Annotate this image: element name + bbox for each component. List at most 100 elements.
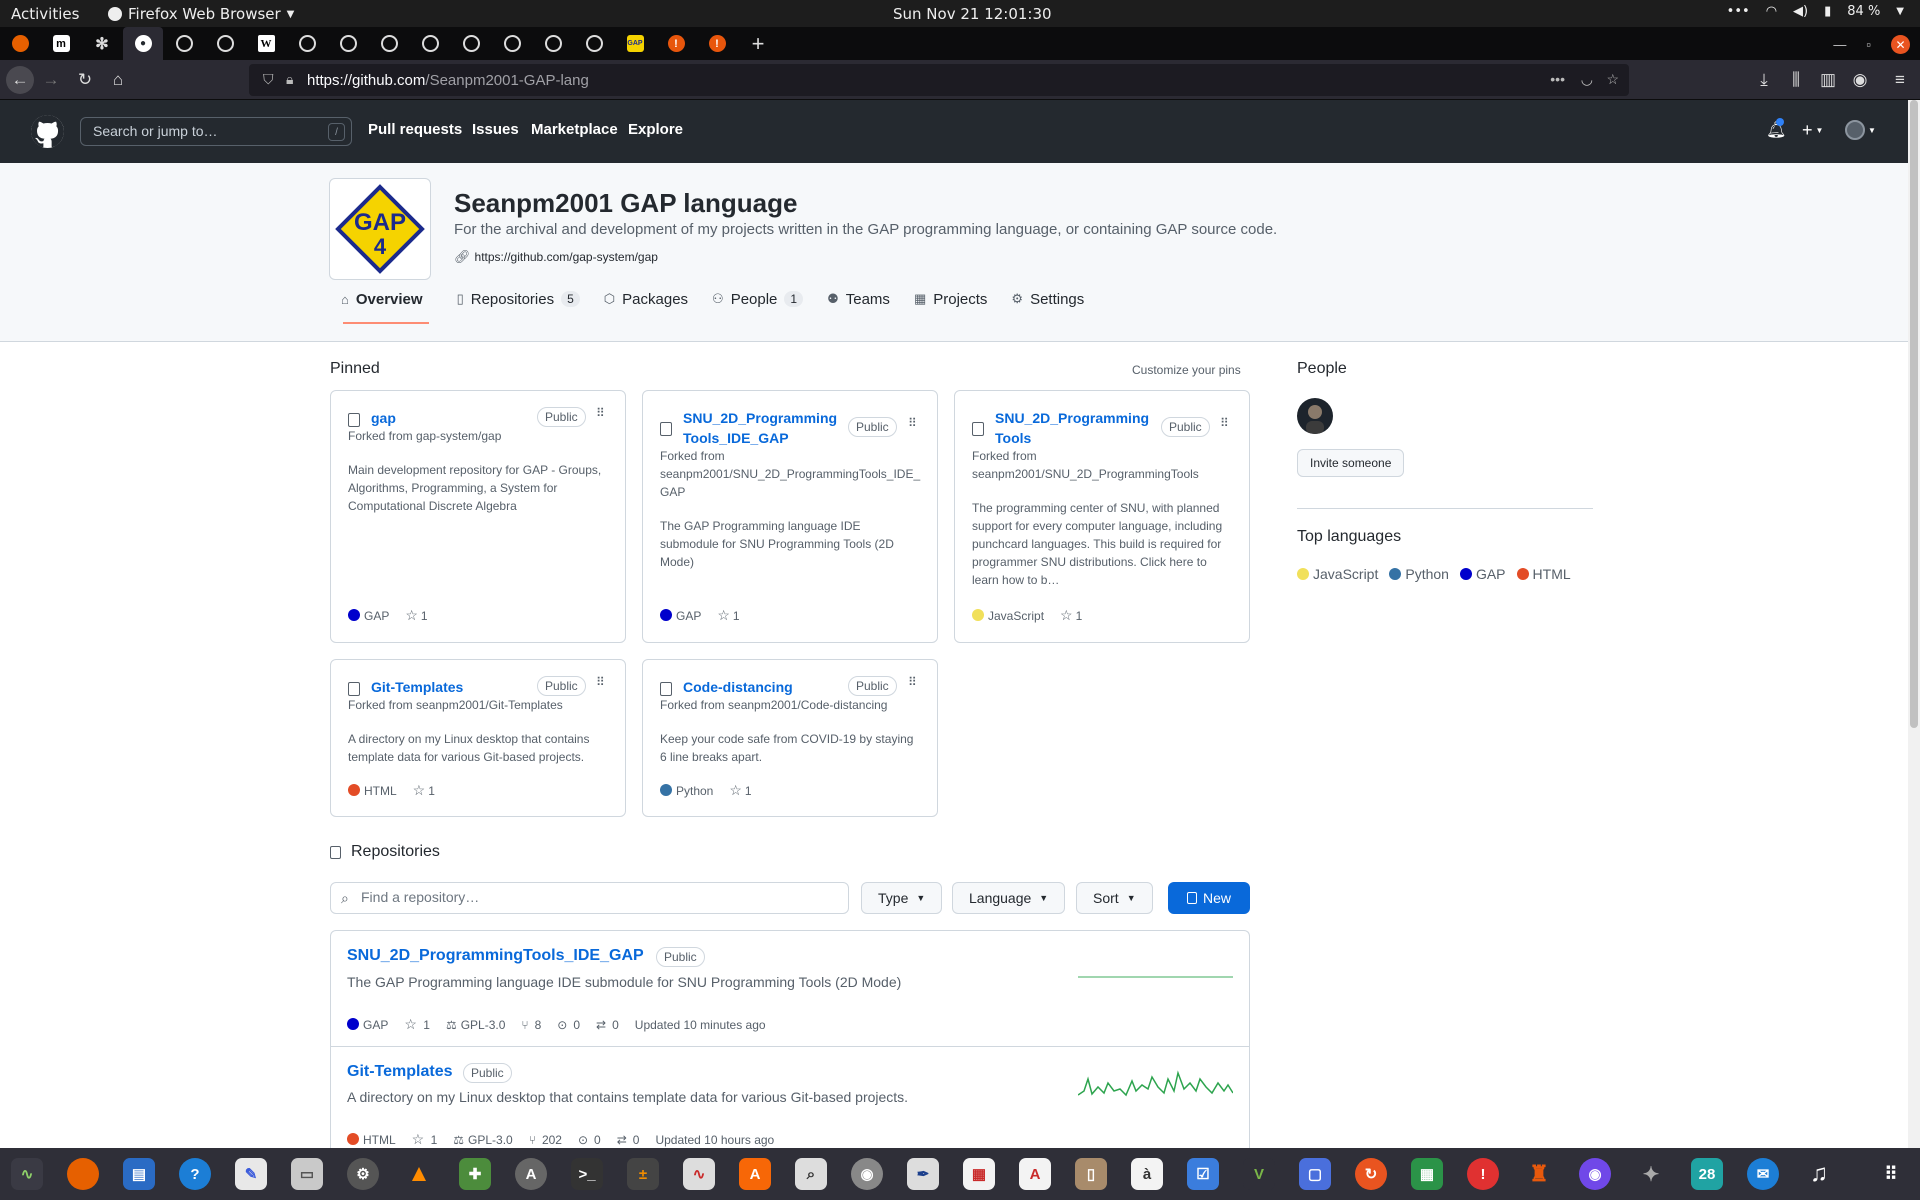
vim-icon[interactable]: V	[1243, 1158, 1275, 1190]
calculator-icon[interactable]: ±	[627, 1158, 659, 1190]
bug-icon[interactable]: ✦	[1635, 1158, 1667, 1190]
forks-link[interactable]: ⑂ 8	[521, 1018, 541, 1032]
language-item[interactable]: HTML	[1516, 566, 1571, 582]
nav-issues[interactable]: Issues	[472, 121, 519, 138]
member-avatar[interactable]	[1297, 398, 1333, 434]
clock[interactable]: Sun Nov 21 12:01:30	[893, 5, 1052, 23]
terminal-icon[interactable]: >_	[571, 1158, 603, 1190]
puzzle-icon[interactable]: ✚	[459, 1158, 491, 1190]
system-tray[interactable]: ••• ◠ ◀) ▮ 84 % ▼	[1727, 4, 1904, 19]
chevron-down-icon[interactable]: ▼	[1896, 6, 1904, 17]
forked-from[interactable]: Forked from gap-system/gap	[348, 427, 501, 445]
language-item[interactable]: JavaScript	[1297, 566, 1378, 582]
language-filter-button[interactable]: Language ▼	[952, 882, 1066, 914]
tasks-icon[interactable]: ☑	[1187, 1158, 1219, 1190]
pocket-icon[interactable]: ◡	[1581, 71, 1593, 88]
drag-handle-icon[interactable]: ⠿	[596, 407, 605, 419]
forward-button[interactable]: →	[37, 66, 65, 94]
tab[interactable]	[410, 27, 450, 60]
text-editor-icon[interactable]: ✎	[235, 1158, 267, 1190]
home-button[interactable]: ⌂	[104, 66, 132, 94]
user-menu[interactable]: ▼	[1845, 120, 1876, 140]
inkscape-icon[interactable]: ✒	[907, 1158, 939, 1190]
disk-icon[interactable]: ◉	[851, 1158, 883, 1190]
language-item[interactable]: GAP	[1459, 566, 1506, 582]
search-icon[interactable]: ⌕	[795, 1158, 827, 1190]
repo-link[interactable]: Git-Templates	[347, 1063, 453, 1081]
tab[interactable]: ✻	[82, 27, 122, 60]
graph-icon[interactable]: ∿	[683, 1158, 715, 1190]
pulls-link[interactable]: ⇄ 0	[596, 1018, 619, 1032]
vlc-icon[interactable]: ▲	[403, 1158, 435, 1190]
forked-from[interactable]: Forked from seanpm2001/Git-Templates	[348, 696, 563, 714]
star-icon[interactable]: ☆	[1606, 71, 1619, 88]
account-button[interactable]: ◉	[1846, 66, 1874, 94]
reload-button[interactable]: ↻	[71, 66, 99, 94]
repo-link[interactable]: Git-Templates	[371, 677, 463, 697]
page-scrollbar[interactable]	[1908, 100, 1920, 1148]
new-repository-button[interactable]: New	[1168, 882, 1250, 914]
nav-explore[interactable]: Explore	[628, 121, 683, 138]
scrollbar-thumb[interactable]	[1910, 100, 1918, 728]
reader-icon[interactable]: A	[1019, 1158, 1051, 1190]
tab-projects[interactable]: ▦ Projects	[902, 275, 999, 323]
writer-icon[interactable]: ▤	[123, 1158, 155, 1190]
shield-icon[interactable]: ⛉	[263, 71, 274, 88]
library-button[interactable]: ⫼	[1782, 66, 1810, 94]
help-icon[interactable]: ?	[179, 1158, 211, 1190]
volume-icon[interactable]: ◀)	[1793, 4, 1808, 19]
stars-link[interactable]: ☆ 1	[717, 607, 739, 624]
github-logo-icon[interactable]	[31, 115, 64, 148]
tab[interactable]: !	[697, 27, 737, 60]
font-icon[interactable]: à	[1131, 1158, 1163, 1190]
new-tab-button[interactable]: +	[738, 27, 778, 60]
issues-link[interactable]: ⊙ 0	[557, 1018, 580, 1032]
drag-handle-icon[interactable]: ⠿	[1220, 417, 1229, 429]
tab-people[interactable]: ⚇ People 1	[700, 275, 815, 323]
drag-handle-icon[interactable]: ⠿	[908, 676, 917, 688]
repo-link[interactable]: SNU_2D_Programming Tools	[995, 408, 1165, 448]
update-icon[interactable]: ↻	[1355, 1158, 1387, 1190]
tab[interactable]	[492, 27, 532, 60]
nav-pull-requests[interactable]: Pull requests	[368, 121, 462, 138]
tab[interactable]	[451, 27, 491, 60]
pulls-link[interactable]: ⇄ 0	[617, 1133, 640, 1147]
tab[interactable]: m	[41, 27, 81, 60]
url-text[interactable]: https://github.com/Seanpm2001-GAP-lang	[307, 72, 589, 89]
sidebar-button[interactable]: ▥	[1814, 66, 1842, 94]
more-icon[interactable]: •••	[1550, 71, 1565, 87]
language-item[interactable]: Python	[1389, 566, 1449, 582]
notifications-button[interactable]: 🔔︎	[1766, 118, 1786, 140]
stars-link[interactable]: ☆ 1	[729, 782, 751, 799]
app-grid-icon[interactable]: ⠿	[1875, 1158, 1907, 1190]
type-filter-button[interactable]: Type ▼	[861, 882, 943, 914]
global-search-input[interactable]: Search or jump to… /	[80, 117, 352, 146]
tab[interactable]	[369, 27, 409, 60]
stars-link[interactable]: ☆ 1	[405, 607, 427, 624]
close-icon[interactable]: ✕	[1891, 35, 1910, 54]
tab[interactable]: GAP	[615, 27, 655, 60]
repo-link[interactable]: Code-distancing	[683, 677, 793, 697]
nav-marketplace[interactable]: Marketplace	[531, 121, 618, 138]
tab[interactable]	[205, 27, 245, 60]
tab[interactable]	[287, 27, 327, 60]
repository-search-input[interactable]: ⌕ Find a repository…	[330, 882, 849, 914]
camera-icon[interactable]: ◉	[1579, 1158, 1611, 1190]
forks-link[interactable]: ⑂ 202	[529, 1133, 562, 1147]
game-icon[interactable]: ♜	[1523, 1158, 1555, 1190]
tab[interactable]	[533, 27, 573, 60]
wifi-icon[interactable]: ◠	[1766, 4, 1777, 19]
forked-from[interactable]: Forked from seanpm2001/SNU_2D_Programmin…	[660, 447, 930, 501]
firefox-icon[interactable]	[67, 1158, 99, 1190]
stars-link[interactable]: ☆ 1	[1060, 607, 1082, 624]
issues-link[interactable]: ⊙ 0	[578, 1133, 601, 1147]
more-icon[interactable]: •••	[1727, 4, 1750, 19]
org-website-link[interactable]: 🔗︎ https://github.com/gap-system/gap	[454, 249, 658, 265]
tab-teams[interactable]: ⚉ Teams	[815, 275, 902, 323]
stars-link[interactable]: ☆ 1	[413, 782, 435, 799]
software-icon[interactable]: A	[515, 1158, 547, 1190]
forked-from[interactable]: Forked from seanpm2001/Code-distancing	[660, 696, 887, 714]
menu-button[interactable]: ≡	[1886, 66, 1914, 94]
repo-link[interactable]: SNU_2D_ProgrammingTools_IDE_GAP	[347, 947, 644, 965]
repo-link[interactable]: gap	[371, 408, 396, 428]
